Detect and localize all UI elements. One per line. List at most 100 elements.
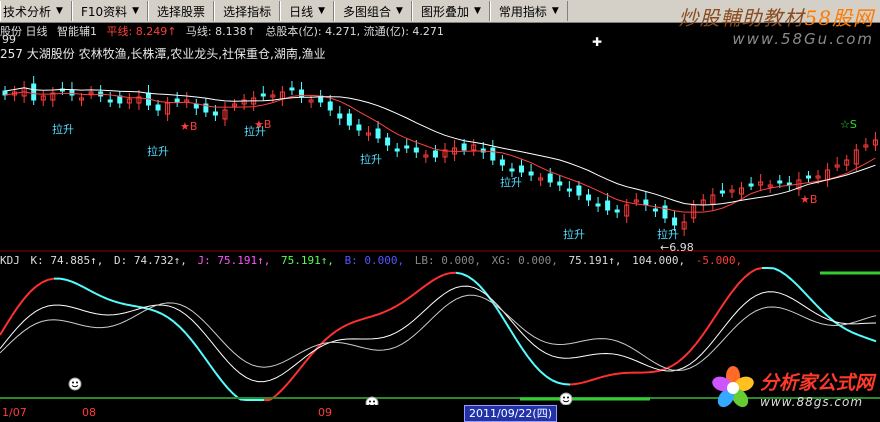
kdj-k-line: [407, 293, 415, 300]
kdj-k-line: [851, 331, 859, 336]
kdj-k-line: [863, 336, 871, 341]
kdj-k-line: [545, 375, 553, 382]
candle-body: [719, 190, 725, 194]
kdj-k-line: [119, 302, 127, 306]
kdj-b: B: 0.000,: [344, 254, 405, 267]
kdj-k: K: 74.885↑,: [30, 254, 104, 267]
kdj-v9: 104.000,: [632, 254, 686, 267]
price-chart[interactable]: 拉升拉升拉升拉升拉升拉升 拉升★B ★B★B☆S99←6.98: [0, 0, 880, 405]
kdj-k-line: [725, 291, 733, 301]
kdj-d: D: 74.732↑,: [113, 254, 187, 267]
smiley-eye: [567, 396, 569, 399]
kdj-k-line: [11, 306, 19, 317]
kdj-k-line: [107, 298, 115, 303]
kdj-j: J: 75.191↑,: [197, 254, 271, 267]
candle-body: [107, 99, 113, 103]
buy-signal: ★B: [800, 193, 817, 206]
kdj-k-line: [389, 305, 397, 311]
kdj-xg: XG: 0.000,: [491, 254, 558, 267]
kdj-k-line: [209, 364, 217, 374]
kdj-k-line: [35, 281, 43, 288]
kdj-k-line: [869, 338, 877, 343]
candle-body: [212, 111, 218, 116]
kdj-info-bar: KDJ K: 74.885↑, D: 74.732↑, J: 75.191↑, …: [0, 254, 746, 267]
candle-body: [519, 165, 525, 173]
candle-body: [413, 147, 419, 153]
candle-body: [557, 181, 563, 186]
kdj-k-line: [347, 321, 355, 326]
kdj-k-line: [809, 297, 817, 306]
candle-body: [193, 103, 199, 109]
kdj-j-line: [0, 294, 877, 372]
kdj-k-line: [197, 347, 205, 358]
kdj-k-line: [335, 326, 343, 333]
kdj-k-line: [89, 289, 97, 295]
kdj-k-line: [281, 382, 289, 391]
kdj-k-line: [221, 380, 229, 390]
kdj-k-line: [23, 291, 31, 300]
kdj-name: KDJ: [0, 254, 20, 267]
candle-body: [432, 150, 438, 158]
kdj-k-line: [29, 285, 37, 293]
kdj-k-line: [599, 374, 607, 379]
kdj-k-line: [161, 313, 169, 319]
candle-body: [499, 159, 505, 166]
kdj-lb: LB: 0.000,: [414, 254, 482, 267]
kdj-k-line: [191, 340, 199, 350]
ma-red-line: [4, 91, 876, 213]
candle-body: [605, 200, 611, 211]
kdj-k-line: [743, 272, 751, 279]
kdj-k-line: [299, 360, 307, 370]
kdj-v8: 75.191↑,: [568, 254, 622, 267]
candle-body: [595, 203, 601, 207]
kdj-k-line: [749, 268, 757, 274]
kdj-k-line: [341, 323, 349, 329]
kdj-k-line: [539, 370, 547, 378]
sell-signal: ☆S: [840, 118, 857, 131]
kdj-k-line: [227, 387, 235, 396]
kdj-k-line: [557, 381, 565, 386]
kdj-k-line: [695, 335, 703, 345]
candle-body: [356, 124, 362, 131]
kdj-k-line: [287, 375, 295, 384]
kdj-k-line: [425, 280, 433, 286]
kdj-k-line: [821, 310, 829, 318]
kdj-k-line: [71, 280, 79, 286]
candle-body: [652, 208, 658, 212]
candle-body: [585, 194, 591, 201]
lashang-label: 拉升: [657, 227, 679, 241]
kdj-k-line: [77, 283, 85, 289]
kdj-k-line: [551, 379, 559, 384]
kdj-k-line: [353, 318, 361, 323]
candle-body: [69, 89, 75, 96]
kdj-k-line: [503, 319, 511, 330]
candle-body: [394, 148, 400, 152]
kdj-k-line: [155, 310, 163, 315]
kdj-k-line: [593, 376, 601, 381]
kdj-v4: 75.191↑,: [280, 254, 334, 267]
smiley-eye: [76, 381, 78, 384]
kdj-k-line: [431, 276, 439, 282]
kdj-k-line: [527, 356, 535, 366]
kdj-k-line: [719, 299, 727, 310]
kdj-k-line: [581, 380, 589, 384]
candle-body: [566, 188, 572, 192]
watermark-bottom: 分析家公式网 www.88gs.com: [710, 365, 874, 411]
flower-logo-icon: [712, 366, 754, 408]
kdj-k-line: [647, 370, 655, 374]
kdj-k-line: [359, 317, 367, 321]
kdj-k-line: [185, 332, 193, 342]
kdj-k-line: [785, 274, 793, 281]
kdj-k-line: [17, 298, 25, 308]
kdj-k-line: [509, 328, 517, 340]
candle-body: [805, 175, 811, 179]
kdj-k-line: [0, 324, 7, 336]
kdj-k-line: [365, 315, 373, 320]
buy-signal: ★B: [180, 120, 197, 133]
lashang-label: 拉升: [563, 227, 585, 241]
lashang-label: 拉升: [147, 144, 169, 158]
kdj-k-line: [239, 398, 247, 401]
candle-body: [346, 113, 352, 126]
kdj-k-line: [95, 292, 103, 298]
watermark-bottom-url: www.88gs.com: [759, 394, 864, 409]
